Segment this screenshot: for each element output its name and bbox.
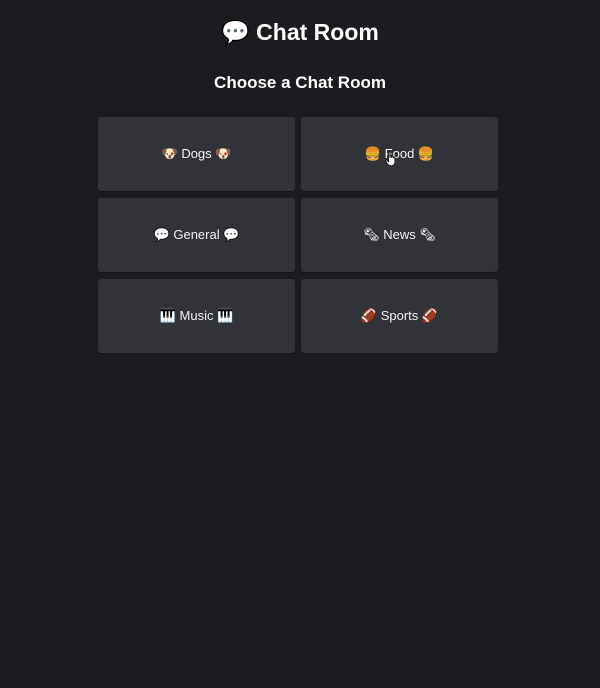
room-button-news[interactable]: 🗞 News 🗞 bbox=[301, 198, 498, 272]
room-label: 🍔 Food 🍔 bbox=[364, 146, 435, 161]
room-label: 💬 General 💬 bbox=[153, 227, 240, 242]
room-grid: 🐶 Dogs 🐶 🍔 Food 🍔 💬 General 💬 🗞 News 🗞 🎹… bbox=[98, 117, 498, 353]
app-title: 💬 Chat Room bbox=[221, 19, 379, 45]
room-button-dogs[interactable]: 🐶 Dogs 🐶 bbox=[98, 117, 295, 191]
room-button-music[interactable]: 🎹 Music 🎹 bbox=[98, 279, 295, 353]
room-label: 🎹 Music 🎹 bbox=[159, 308, 234, 323]
page-subtitle: Choose a Chat Room bbox=[214, 73, 386, 92]
room-button-food[interactable]: 🍔 Food 🍔 bbox=[301, 117, 498, 191]
room-button-general[interactable]: 💬 General 💬 bbox=[98, 198, 295, 272]
room-label: 🏈 Sports 🏈 bbox=[360, 308, 439, 323]
room-label: 🗞 News 🗞 bbox=[363, 227, 436, 242]
room-label: 🐶 Dogs 🐶 bbox=[161, 146, 232, 161]
room-button-sports[interactable]: 🏈 Sports 🏈 bbox=[301, 279, 498, 353]
